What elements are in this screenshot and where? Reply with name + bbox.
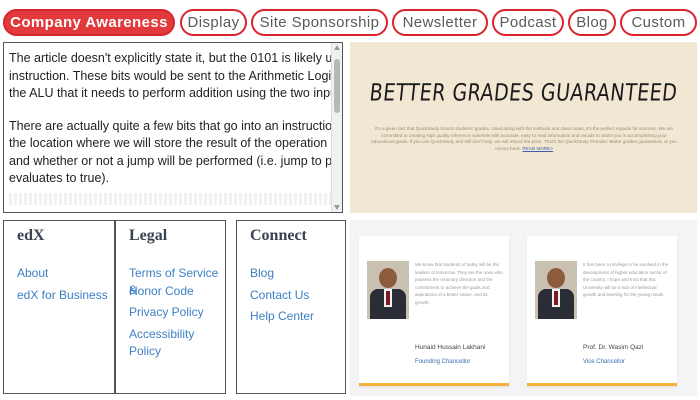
footer-link-accessibility-policy[interactable]: Accessibility Policy [129,326,225,360]
vertical-scrollbar[interactable] [331,43,342,212]
leadership-profiles: We know that students of today will be t… [350,220,697,396]
footer-link-edx-for-business[interactable]: edX for Business [17,287,108,304]
scroll-down-arrow-icon[interactable] [334,205,340,210]
footer-link-privacy-policy[interactable]: Privacy Policy [129,304,204,321]
avatar [367,261,409,319]
article-line: and whether or not a jump will be perfor… [9,153,331,168]
article-line: There are actually quite a few bits that… [9,118,331,133]
banner-title: BETTER GRADES GUARANTEED [368,79,679,107]
tab-newsletter[interactable]: Newsletter [392,9,488,36]
article-line: instruction. These bits would be sent to… [9,68,331,83]
article-paragraph-gap [9,103,331,118]
footer-column-edx: edX About edX for Business [3,220,115,394]
profile-title: Vice Chancellor [583,359,625,365]
article-line: evaluates to true). [9,171,110,185]
profile-card: We know that students of today will be t… [359,236,509,386]
cut-off-text-line [9,193,331,205]
footer-column-legal: Legal Terms of Service & Honor Code Priv… [115,220,226,394]
tab-blog[interactable]: Blog [568,9,616,36]
portrait-head [547,268,565,288]
portrait-head [379,268,397,288]
screenshot-collage: Company Awareness Display Site Sponsorsh… [0,0,700,400]
profile-bio: It has been a privilege to be involved i… [583,262,669,298]
footer-column-connect: Connect Blog Contact Us Help Center [236,220,346,394]
footer-heading: Connect [250,227,307,244]
footer-link-honor-code[interactable]: Honor Code [129,283,194,300]
footer-link-help-center[interactable]: Help Center [250,308,314,325]
footer-heading: Legal [129,227,168,244]
footer-link-blog[interactable]: Blog [250,265,274,282]
article-line: The article doesn't explicitly state it,… [9,51,331,65]
profile-name: Prof. Dr. Wasim Qazi [583,344,644,351]
scroll-up-arrow-icon[interactable] [334,45,340,50]
portrait-tie [554,291,558,305]
article-body: The article doesn't explicitly state it,… [9,50,331,188]
read-more-link[interactable]: READ MORE> [522,146,553,151]
portrait-tie [386,291,390,305]
edx-footer: edX About edX for Business Legal Terms o… [3,220,346,396]
article-line: the location where we will store the res… [9,136,331,150]
category-tabs: Company Awareness Display Site Sponsorsh… [3,9,697,37]
banner-body: It's a given fact that QuickStudy boosts… [370,126,678,152]
profile-name: Hunaid Hussain Lakhani [415,344,486,351]
tab-custom[interactable]: Custom [620,9,697,36]
profile-bio: We know that students of today will be t… [415,262,503,305]
avatar [535,261,577,319]
footer-link-about[interactable]: About [17,265,48,282]
article-text-panel: The article doesn't explicitly state it,… [3,42,343,213]
better-grades-banner: BETTER GRADES GUARANTEED It's a given fa… [350,42,697,213]
profile-title: Founding Chancellor [415,359,471,365]
profile-card: It has been a privilege to be involved i… [527,236,677,386]
footer-link-contact-us[interactable]: Contact Us [250,287,309,304]
tab-display[interactable]: Display [180,9,247,36]
tab-site-sponsorship[interactable]: Site Sponsorship [251,9,388,36]
tab-podcast[interactable]: Podcast [492,9,564,36]
scroll-thumb[interactable] [334,59,340,113]
article-line: the ALU that it needs to perform additio… [9,86,331,100]
tab-company-awareness[interactable]: Company Awareness [3,9,175,36]
footer-heading: edX [17,227,45,244]
